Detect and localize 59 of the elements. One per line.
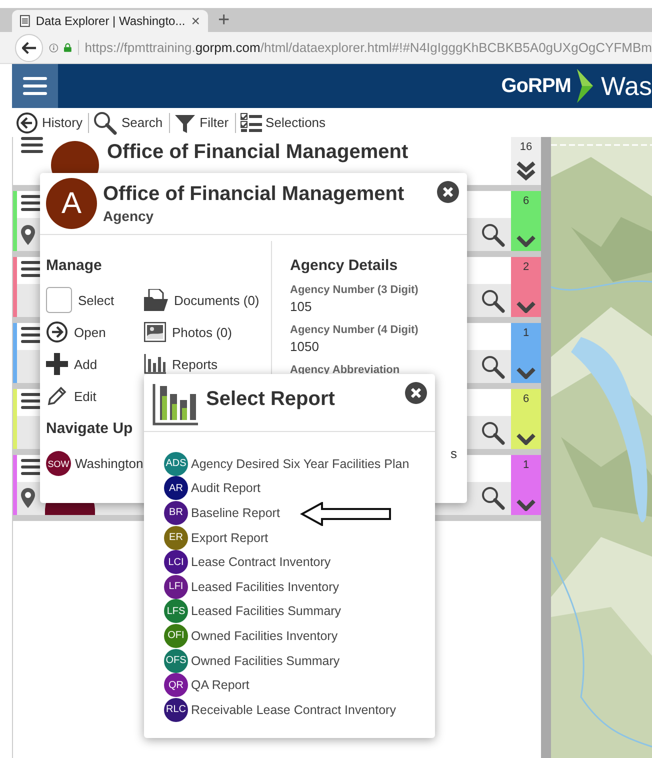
count-label: 2 — [522, 261, 530, 273]
toolbar-button[interactable]: Selections — [236, 112, 332, 132]
count-label: 1 — [522, 327, 530, 339]
tab-title: Data Explorer | Washingto... — [36, 14, 186, 28]
new-tab-button[interactable]: + — [218, 9, 230, 31]
report-item[interactable]: OFI Owned Facilities Inventory — [164, 624, 435, 648]
logo-text: GoRPM — [501, 74, 571, 98]
field-label: Agency Number (3 Digit) — [290, 284, 420, 296]
tab-close-button[interactable]: × — [191, 12, 200, 30]
field-value: 1050 — [290, 339, 320, 354]
action-button[interactable]: Open — [46, 320, 144, 344]
report-item[interactable]: OFS Owned Facilities Summary — [164, 648, 435, 672]
popup-title: Select Report — [206, 388, 336, 411]
badge: QR — [164, 673, 188, 698]
action-button[interactable]: Documents (0) — [144, 288, 274, 312]
badge: BR — [164, 500, 188, 525]
browser-tab[interactable]: Data Explorer | Washingto... × — [12, 10, 208, 32]
card-title: Office of Financial Management — [107, 141, 410, 164]
field-value: 105 — [290, 299, 313, 314]
badge: OFS — [164, 648, 188, 673]
report-item[interactable]: LFS Leased Facilities Summary — [164, 600, 435, 624]
toolbar-button[interactable]: Search — [89, 112, 170, 132]
action-button[interactable]: Edit — [46, 384, 144, 408]
report-item[interactable]: QR QA Report — [164, 673, 435, 697]
action-button[interactable]: Reports — [144, 352, 274, 376]
report-item[interactable]: AR Audit Report — [164, 476, 435, 500]
section-heading: Manage — [46, 257, 103, 274]
field-label: Agency Number (4 Digit) — [290, 324, 420, 336]
action-button[interactable]: Photos (0) — [144, 320, 274, 344]
badge: OFI — [164, 624, 188, 648]
avatar: A — [46, 178, 97, 229]
action-button[interactable]: Add — [46, 352, 144, 376]
toolbar-button[interactable]: Filter — [170, 112, 236, 132]
report-item[interactable]: ER Export Report — [164, 526, 435, 550]
count-label: 1 — [522, 459, 530, 471]
badge: LCI — [164, 550, 188, 574]
report-item[interactable]: ADS Agency Desired Six Year Facilities Plan — [164, 452, 435, 476]
section-heading: Agency Details — [290, 257, 399, 274]
report-item[interactable]: LFI Leased Facilities Inventory — [164, 574, 435, 599]
toolbar-button[interactable]: History — [12, 112, 90, 132]
report-item[interactable]: LCI Lease Contract Inventory — [164, 550, 435, 574]
badge: RLC — [164, 698, 188, 722]
nav-link[interactable]: Washington — [75, 456, 144, 471]
badge: SOW — [46, 451, 71, 476]
action-button[interactable]: Select — [46, 288, 144, 312]
app-title: Was — [600, 70, 652, 102]
badge: AR — [164, 476, 188, 500]
count-label: 6 — [522, 195, 530, 207]
count-label: 6 — [522, 393, 530, 405]
popup-title: Office of Financial Management — [103, 183, 406, 206]
badge: ER — [164, 526, 188, 550]
report-item[interactable]: RLC Receivable Lease Contract Inventory — [164, 698, 435, 722]
field-value: s — [450, 446, 457, 461]
badge: LFI — [164, 574, 188, 599]
popup-subtitle: Agency — [103, 208, 155, 224]
badge: LFS — [164, 599, 188, 624]
count-label: 16 — [520, 141, 532, 153]
section-heading: Navigate Up — [46, 420, 134, 437]
badge: ADS — [164, 452, 188, 476]
